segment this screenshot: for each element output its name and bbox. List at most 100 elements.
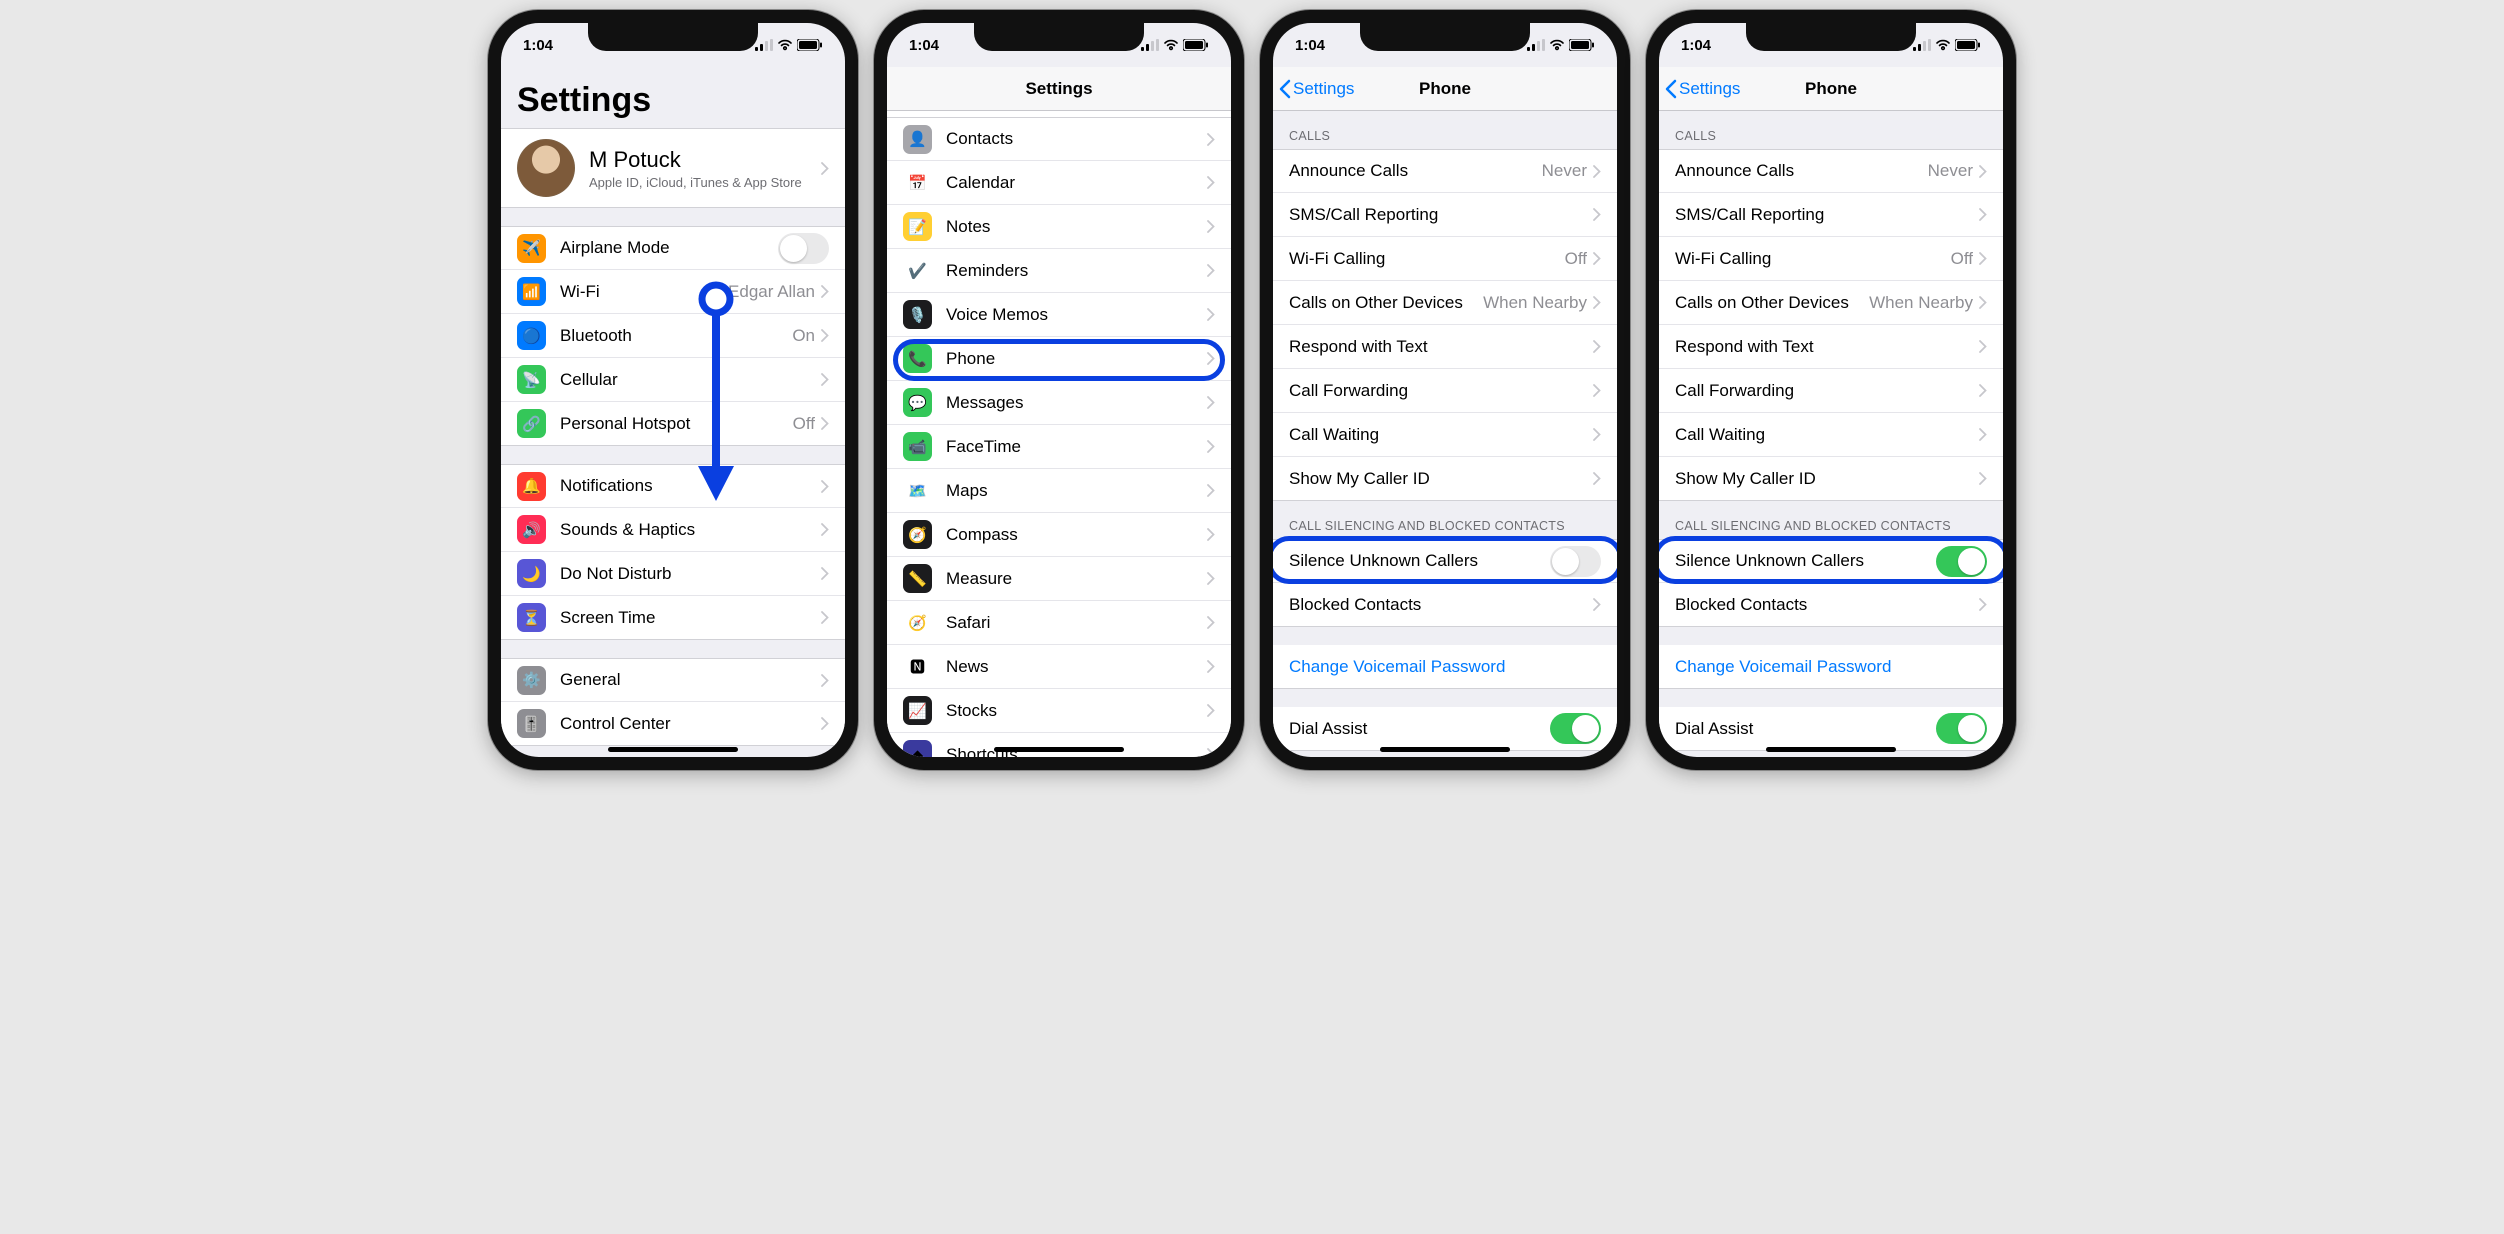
row-voicememos[interactable]: 🎙️ Voice Memos <box>887 293 1231 337</box>
row-safari[interactable]: 🧭Safari <box>887 601 1231 645</box>
chevron-icon <box>1207 484 1215 497</box>
chevron-icon <box>1593 340 1601 353</box>
nav-title: Phone <box>1805 79 1857 99</box>
row-hotspot[interactable]: 🔗Personal HotspotOff <box>501 402 845 446</box>
row-compass[interactable]: 🧭Compass <box>887 513 1231 557</box>
row-blocked[interactable]: Blocked Contacts <box>1659 583 2003 627</box>
bt-icon: 🔵 <box>517 321 546 350</box>
dial-assist-row[interactable]: Dial Assist <box>1659 707 2003 751</box>
wifi-icon <box>1549 39 1565 51</box>
row-label: Sounds & Haptics <box>560 520 821 540</box>
row-caller-id[interactable]: Show My Caller ID <box>1659 457 2003 501</box>
row-silence-unknown[interactable]: Silence Unknown Callers <box>1659 539 2003 583</box>
row-waiting[interactable]: Call Waiting <box>1659 413 2003 457</box>
row-wifi-calling[interactable]: Wi-Fi CallingOff <box>1273 237 1617 281</box>
general-icon: ⚙️ <box>517 666 546 695</box>
row-shortcuts[interactable]: ◆Shortcuts <box>887 733 1231 757</box>
nav-bar: Settings Phone <box>1273 67 1617 111</box>
row-news[interactable]: 🅽News <box>887 645 1231 689</box>
back-label: Settings <box>1679 79 1740 99</box>
row-dnd[interactable]: 🌙Do Not Disturb <box>501 552 845 596</box>
row-blocked[interactable]: Blocked Contacts <box>1273 583 1617 627</box>
apple-id-profile-row[interactable]: M Potuck Apple ID, iCloud, iTunes & App … <box>501 128 845 208</box>
row-wifi-calling[interactable]: Wi-Fi CallingOff <box>1659 237 2003 281</box>
row-notes[interactable]: 📝Notes <box>887 205 1231 249</box>
row-caller-id[interactable]: Show My Caller ID <box>1273 457 1617 501</box>
row-announce[interactable]: Announce CallsNever <box>1659 149 2003 193</box>
change-voicemail-row[interactable]: Change Voicemail Password <box>1659 645 2003 689</box>
chevron-icon <box>821 285 829 298</box>
row-detail: When Nearby <box>1869 293 1973 313</box>
dial-assist-switch[interactable] <box>1550 713 1601 744</box>
home-indicator[interactable] <box>608 747 738 752</box>
row-reminders[interactable]: ✔️Reminders <box>887 249 1231 293</box>
silence-unknown-switch[interactable] <box>1936 546 1987 577</box>
back-button[interactable]: Settings <box>1665 67 1740 110</box>
row-phone[interactable]: 📞Phone <box>887 337 1231 381</box>
silence-unknown-switch[interactable] <box>1550 546 1601 577</box>
dial-assist-row[interactable]: Dial Assist <box>1273 707 1617 751</box>
chevron-icon <box>1207 176 1215 189</box>
chevron-icon <box>821 417 829 430</box>
row-contacts[interactable]: 👤Contacts <box>887 117 1231 161</box>
row-forwarding[interactable]: Call Forwarding <box>1273 369 1617 413</box>
row-messages[interactable]: 💬Messages <box>887 381 1231 425</box>
chevron-icon <box>821 567 829 580</box>
back-button[interactable]: Settings <box>1279 67 1354 110</box>
row-forwarding[interactable]: Call Forwarding <box>1659 369 2003 413</box>
chevron-icon <box>821 523 829 536</box>
row-other-devices[interactable]: Calls on Other DevicesWhen Nearby <box>1659 281 2003 325</box>
row-maps[interactable]: 🗺️Maps <box>887 469 1231 513</box>
home-indicator[interactable] <box>994 747 1124 752</box>
row-sounds[interactable]: 🔊Sounds & Haptics <box>501 508 845 552</box>
row-waiting[interactable]: Call Waiting <box>1273 413 1617 457</box>
phone-mockup-3: 1:04 Settings Phone CALLS Announce Calls… <box>1260 10 1630 770</box>
row-sms-reporting[interactable]: SMS/Call Reporting <box>1659 193 2003 237</box>
row-respond[interactable]: Respond with Text <box>1659 325 2003 369</box>
chevron-icon <box>1593 428 1601 441</box>
row-controlcenter[interactable]: 🎚️Control Center <box>501 702 845 746</box>
row-screentime[interactable]: ⏳Screen Time <box>501 596 845 640</box>
row-label: Wi-Fi <box>560 282 728 302</box>
chevron-icon <box>1979 472 1987 485</box>
row-label: Call Waiting <box>1675 425 1979 445</box>
row-notif[interactable]: 🔔Notifications <box>501 464 845 508</box>
row-airplane[interactable]: ✈️Airplane Mode <box>501 226 845 270</box>
row-sms-reporting[interactable]: SMS/Call Reporting <box>1273 193 1617 237</box>
notch <box>588 23 758 51</box>
row-label: Calls on Other Devices <box>1289 293 1483 313</box>
home-indicator[interactable] <box>1380 747 1510 752</box>
dial-assist-switch[interactable] <box>1936 713 1987 744</box>
cellular-signal-icon <box>1527 39 1545 51</box>
chevron-icon <box>821 717 829 730</box>
row-respond[interactable]: Respond with Text <box>1273 325 1617 369</box>
row-label: Stocks <box>946 701 1207 721</box>
change-voicemail-row[interactable]: Change Voicemail Password <box>1273 645 1617 689</box>
wifi-icon <box>1163 39 1179 51</box>
facetime-icon: 📹 <box>903 432 932 461</box>
row-wifi[interactable]: 📶Wi-FiEdgar Allan <box>501 270 845 314</box>
chevron-icon <box>821 373 829 386</box>
airplane-switch[interactable] <box>778 233 829 264</box>
row-other-devices[interactable]: Calls on Other DevicesWhen Nearby <box>1273 281 1617 325</box>
row-label: SMS/Call Reporting <box>1675 205 1979 225</box>
row-detail: Off <box>793 414 815 434</box>
status-time: 1:04 <box>909 37 939 54</box>
row-general[interactable]: ⚙️General <box>501 658 845 702</box>
row-announce[interactable]: Announce CallsNever <box>1273 149 1617 193</box>
row-cell[interactable]: 📡Cellular <box>501 358 845 402</box>
profile-subtitle: Apple ID, iCloud, iTunes & App Store <box>589 175 821 190</box>
row-stocks[interactable]: 📈Stocks <box>887 689 1231 733</box>
row-bt[interactable]: 🔵BluetoothOn <box>501 314 845 358</box>
row-facetime[interactable]: 📹FaceTime <box>887 425 1231 469</box>
row-measure[interactable]: 📏Measure <box>887 557 1231 601</box>
row-label: Voice Memos <box>946 305 1207 325</box>
row-calendar[interactable]: 📅Calendar <box>887 161 1231 205</box>
row-label: Control Center <box>560 714 821 734</box>
chevron-icon <box>1979 165 1987 178</box>
home-indicator[interactable] <box>1766 747 1896 752</box>
row-silence-unknown[interactable]: Silence Unknown Callers <box>1273 539 1617 583</box>
row-label: Calendar <box>946 173 1207 193</box>
voicememos-icon: 🎙️ <box>903 300 932 329</box>
row-label: News <box>946 657 1207 677</box>
